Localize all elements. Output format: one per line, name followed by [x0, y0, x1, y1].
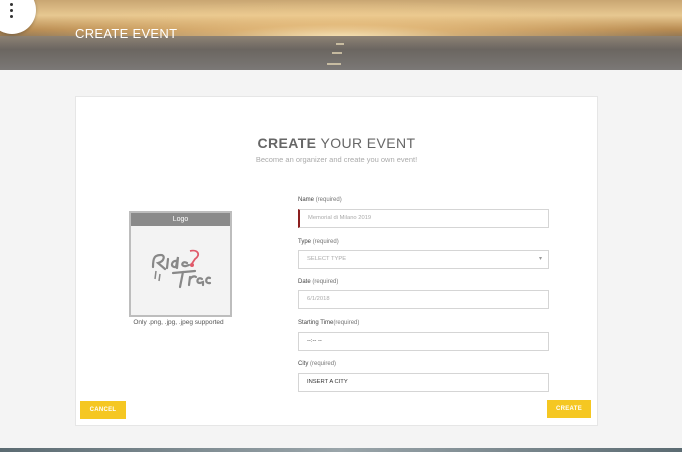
footer-strip	[0, 448, 682, 452]
city-required: (required)	[310, 361, 337, 367]
start-time-label-text: Starting Time	[298, 320, 334, 326]
type-selected-value: SELECT TYPE	[307, 256, 347, 262]
logo-format-note: Only .png, .jpg, .jpeg supported	[133, 319, 224, 326]
date-label-text: Date	[298, 279, 311, 285]
name-required: (required)	[315, 197, 342, 203]
form-heading: CREATE YOUR EVENT	[76, 135, 597, 151]
heading-rest: YOUR EVENT	[320, 135, 416, 151]
date-required: (required)	[312, 279, 339, 285]
ride-track-logo	[151, 249, 212, 289]
form-subtitle: Become an organizer and create you own e…	[255, 155, 418, 164]
type-label: Type (required)	[298, 239, 339, 245]
page-title: CREATE EVENT	[75, 26, 178, 41]
create-button[interactable]: CREATE	[547, 400, 591, 418]
city-value: INSERT A CITY	[307, 379, 348, 385]
road-stripe	[332, 52, 342, 54]
start-time-label: Starting Time(required)	[298, 320, 359, 326]
type-select[interactable]: SELECT TYPE ▾	[298, 250, 549, 269]
road-stripe	[327, 63, 341, 65]
start-time-required: (required)	[333, 320, 360, 326]
hero-banner: CREATE EVENT	[0, 0, 682, 70]
date-label: Date (required)	[298, 279, 338, 285]
name-input[interactable]: Memorial di Milano 2019	[298, 209, 549, 228]
chevron-down-icon: ▾	[538, 256, 542, 262]
type-label-text: Type	[298, 239, 312, 245]
start-time-input[interactable]: --:-- --	[298, 332, 549, 351]
more-vertical-icon	[10, 3, 14, 21]
city-input[interactable]: INSERT A CITY	[298, 373, 549, 392]
heading-strong: CREATE	[257, 135, 317, 151]
date-input[interactable]: 6/1/2018	[298, 290, 549, 309]
name-placeholder: Memorial di Milano 2019	[308, 215, 372, 221]
date-value: 6/1/2018	[307, 296, 330, 302]
road-stripe	[336, 43, 344, 45]
cancel-button[interactable]: CANCEL	[80, 401, 126, 419]
create-event-card: CREATE YOUR EVENT Become an organizer an…	[75, 96, 598, 426]
name-label: Name (required)	[298, 197, 342, 203]
logo-upload[interactable]: Logo	[129, 211, 232, 317]
name-label-text: Name	[298, 197, 315, 203]
start-time-value: --:-- --	[307, 338, 322, 344]
city-label-text: City	[298, 361, 309, 367]
type-required: (required)	[312, 239, 339, 245]
city-label: City (required)	[298, 361, 336, 367]
logo-header: Logo	[131, 213, 230, 226]
